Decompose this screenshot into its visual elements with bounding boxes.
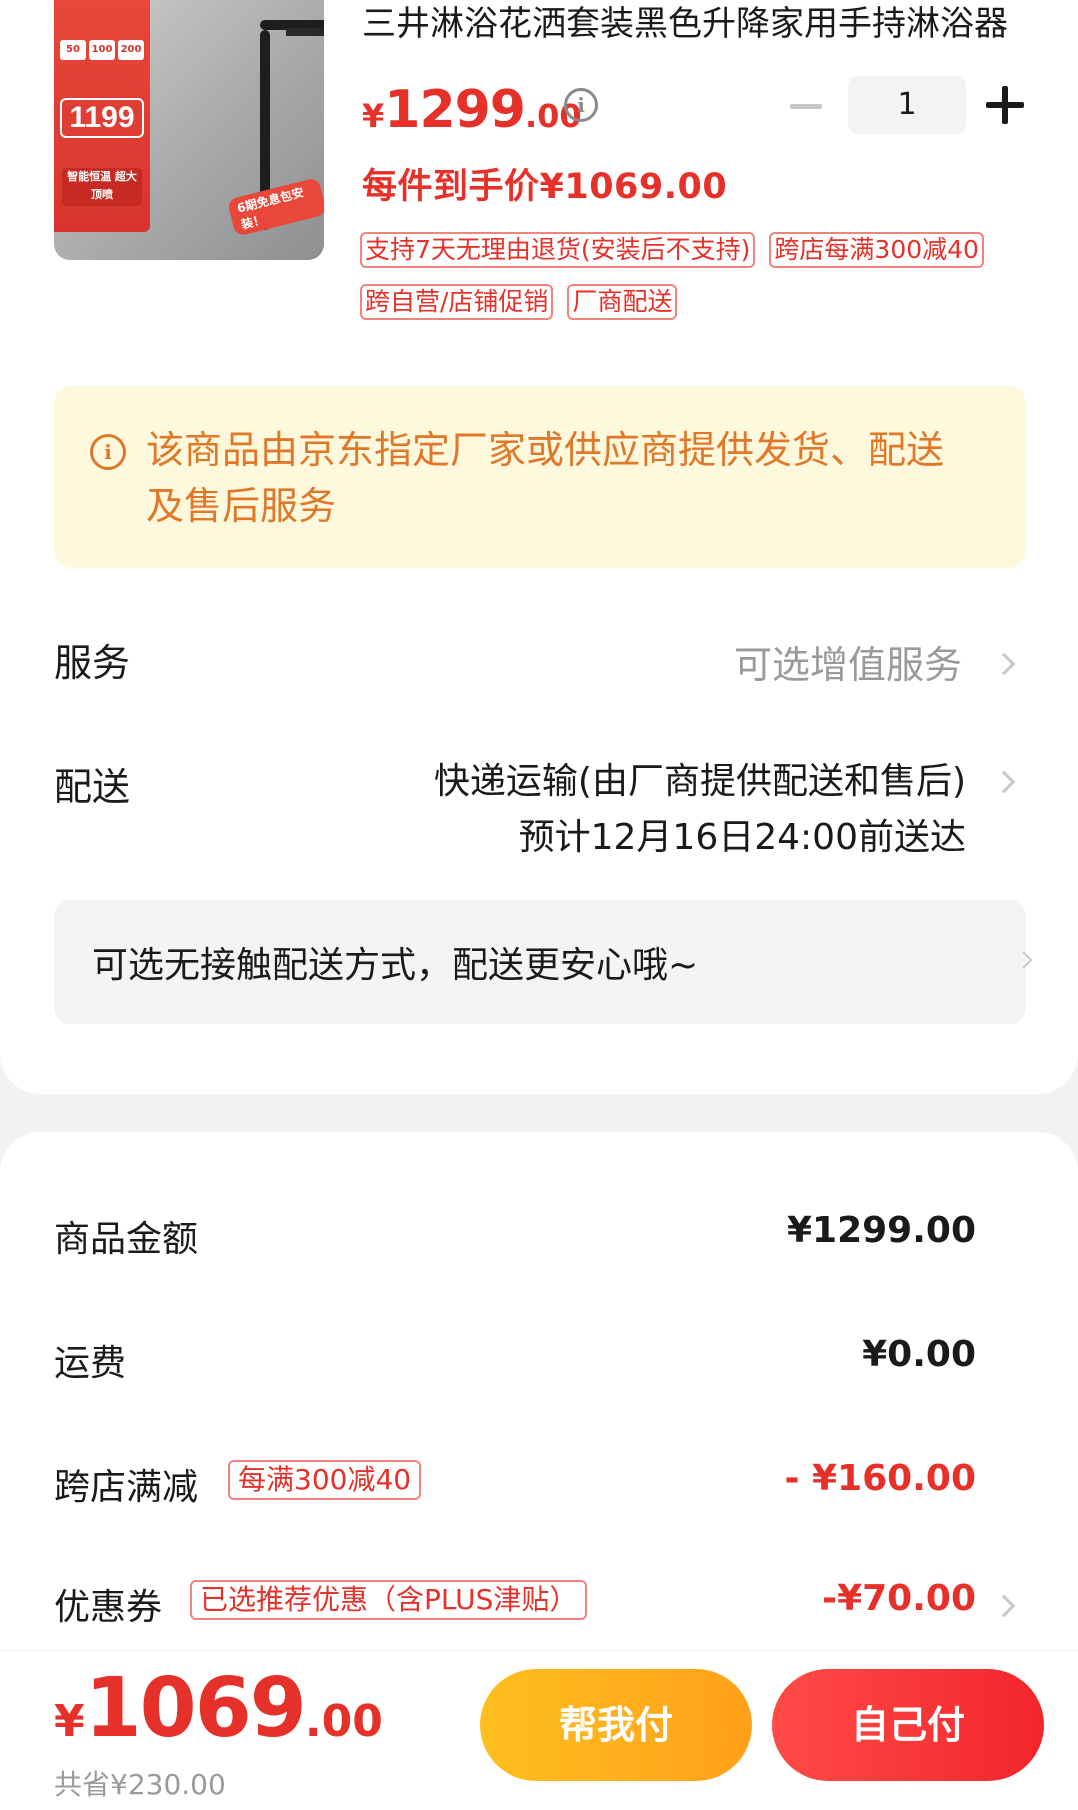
promo-chip: 50 xyxy=(60,40,86,60)
promo-chip: 100 xyxy=(89,40,115,60)
quantity-decrease-button[interactable] xyxy=(788,88,824,124)
info-circle-icon: i xyxy=(90,434,126,470)
delivery-eta: 预计12月16日24:00前送达 xyxy=(518,817,966,858)
install-tag: 6期免息包安装！ xyxy=(226,177,324,237)
product-tags: 支持7天无理由退货(安装后不支持) 跨店每满300减40 跨自营/店铺促销 厂商… xyxy=(360,232,1030,320)
total-currency: ¥ xyxy=(54,1696,85,1747)
promo-price: 1199 xyxy=(60,98,144,138)
shipping-label: 运费 xyxy=(54,1343,127,1384)
tag-return-policy: 支持7天无理由退货(安装后不支持) xyxy=(360,232,756,268)
quantity-increase-button[interactable] xyxy=(986,86,1024,124)
coupon-value[interactable]: -¥70.00 xyxy=(822,1578,976,1619)
tag-vendor-delivery: 厂商配送 xyxy=(567,284,678,320)
product-image-promo-banner: 50 100 200 1199 智能恒温 超大顶喷 xyxy=(54,0,150,232)
info-icon[interactable]: i xyxy=(564,88,598,122)
price-currency: ¥ xyxy=(362,97,385,135)
notice-text: 该商品由京东指定厂家或供应商提供发货、配送及售后服务 xyxy=(146,428,945,528)
total-saved: 共省¥230.00 xyxy=(54,1768,226,1801)
delivery-method[interactable]: 快递运输(由厂商提供配送和售后) 预计12月16日24:00前送达 xyxy=(434,754,966,866)
total-decimal: .00 xyxy=(304,1696,383,1747)
promo-chips: 50 100 200 xyxy=(60,40,144,60)
price-integer: 1299 xyxy=(384,80,526,140)
goods-amount-label: 商品金额 xyxy=(54,1219,199,1260)
pay-myself-button[interactable]: 自己付 xyxy=(772,1669,1044,1781)
cross-store-discount-value: - ¥160.00 xyxy=(784,1458,976,1499)
promo-feature: 智能恒温 超大顶喷 xyxy=(62,168,142,206)
final-price-per-item: 每件到手价¥1069.00 xyxy=(362,167,728,207)
checkout-bar: ¥1069.00 共省¥230.00 帮我付 自己付 xyxy=(0,1650,1078,1810)
quantity-input[interactable]: 1 xyxy=(848,76,966,134)
cross-store-discount-label: 跨店满减 xyxy=(54,1467,199,1508)
shipping-value: ¥0.00 xyxy=(862,1334,976,1375)
delivery-method-text: 快递运输(由厂商提供配送和售后) xyxy=(433,761,966,802)
product-price: ¥1299.00 xyxy=(362,80,582,140)
contactless-text: 可选无接触配送方式，配送更安心哦~ xyxy=(92,945,699,986)
coupon-label: 优惠券 xyxy=(54,1587,163,1628)
cross-store-discount-chip: 每满300减40 xyxy=(228,1460,422,1500)
total-integer: 1069 xyxy=(84,1661,307,1756)
service-value[interactable]: 可选增值服务 xyxy=(734,634,962,689)
help-me-pay-button[interactable]: 帮我付 xyxy=(480,1669,752,1781)
service-label: 服务 xyxy=(54,641,131,685)
product-title[interactable]: 三井淋浴花洒套装黑色升降家用手持淋浴器 xyxy=(362,2,1022,46)
tag-promotion: 跨自营/店铺促销 xyxy=(360,284,554,320)
goods-amount-value: ¥1299.00 xyxy=(786,1210,976,1251)
total-price: ¥1069.00 xyxy=(54,1661,383,1756)
vendor-notice: i 该商品由京东指定厂家或供应商提供发货、配送及售后服务 xyxy=(54,386,1026,568)
coupon-chip[interactable]: 已选推荐优惠（含PLUS津贴） xyxy=(190,1580,588,1620)
delivery-label: 配送 xyxy=(54,765,131,809)
minus-icon xyxy=(790,103,822,109)
tag-cross-store-discount: 跨店每满300减40 xyxy=(769,232,984,268)
shower-head xyxy=(286,28,324,36)
contactless-delivery-option[interactable]: 可选无接触配送方式，配送更安心哦~ xyxy=(54,900,1033,1024)
product-image[interactable]: 50 100 200 1199 智能恒温 超大顶喷 6期免息包安装！ xyxy=(54,0,324,260)
promo-chip: 200 xyxy=(118,40,144,60)
